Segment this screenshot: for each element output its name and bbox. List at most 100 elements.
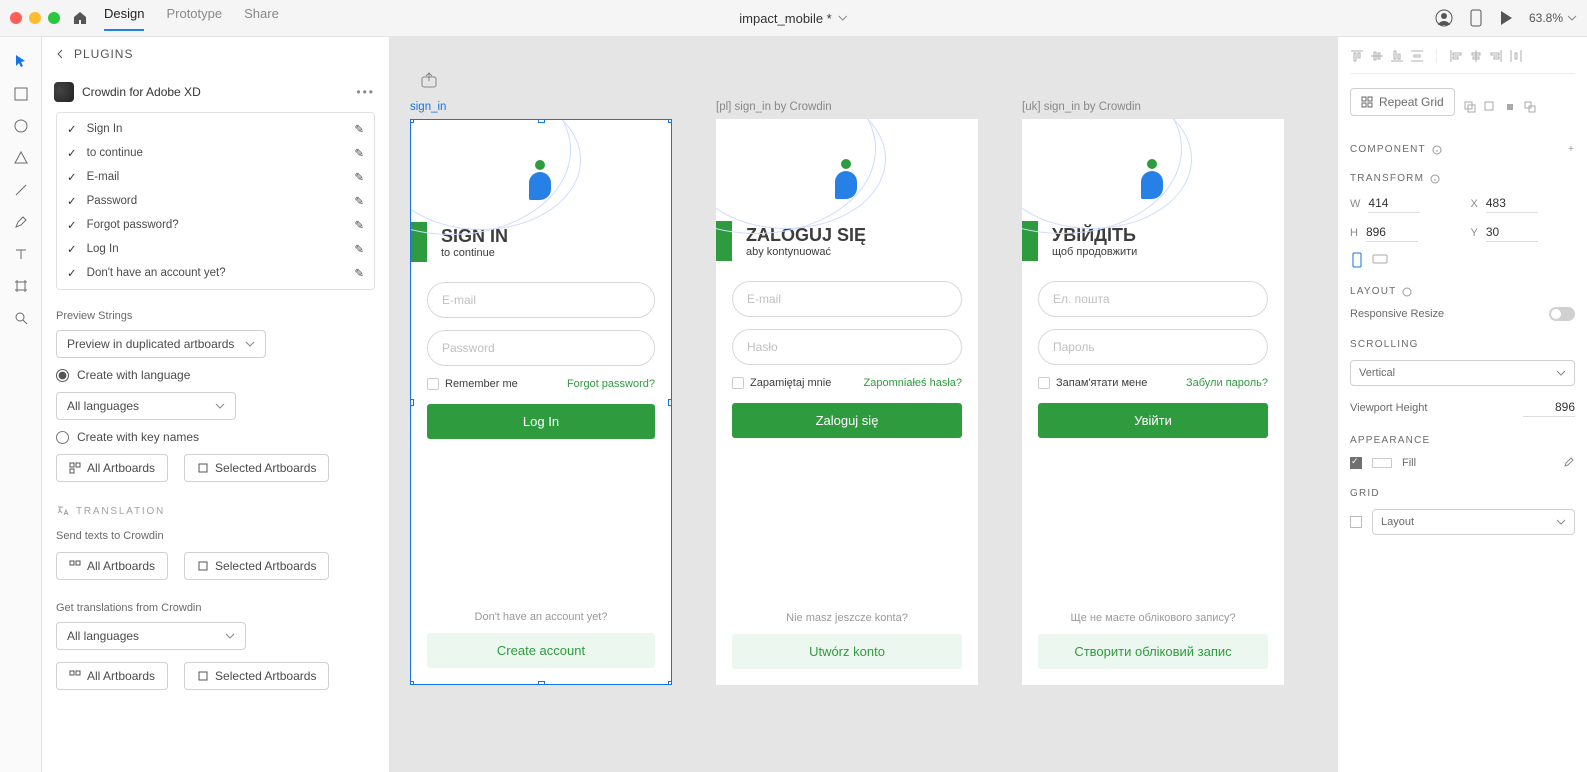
zoom-tool[interactable] [14,311,28,325]
align-top-icon[interactable] [1350,49,1364,63]
create-account-button[interactable]: Create account [427,633,655,668]
ellipse-tool[interactable] [14,119,28,133]
fill-checkbox[interactable] [1350,457,1362,469]
string-row[interactable]: ✓Password✎ [57,189,374,213]
artboard-content[interactable]: УВІЙДІТЬ щоб продовжити Ел. пошта Пароль… [1022,119,1284,685]
string-row[interactable]: ✓to continue✎ [57,141,374,165]
radio-key-names[interactable]: Create with key names [56,430,375,444]
repeat-grid-button[interactable]: Repeat Grid [1350,88,1455,116]
remember-checkbox[interactable] [732,377,744,389]
align-left-icon[interactable] [1449,49,1463,63]
create-account-button[interactable]: Utwórz konto [732,634,962,669]
zoom-level[interactable]: 63.8% [1529,11,1577,25]
edit-icon[interactable]: ✎ [354,122,364,136]
x-field[interactable] [1486,194,1538,213]
eyedropper-icon[interactable] [1561,456,1575,470]
email-field[interactable]: Ел. пошта [1038,281,1268,317]
align-right-icon[interactable] [1489,49,1503,63]
info-icon[interactable] [1402,287,1412,297]
grid-checkbox[interactable] [1350,516,1362,528]
edit-icon[interactable]: ✎ [354,194,364,208]
tab-design[interactable]: Design [104,6,144,31]
selected-artboards-button[interactable]: Selected Artboards [184,454,329,482]
login-button[interactable]: Увійти [1038,403,1268,438]
password-field[interactable]: Password [427,330,655,366]
close-icon[interactable] [10,12,22,24]
line-tool[interactable] [14,183,28,197]
password-field[interactable]: Hasło [732,329,962,365]
send-selected-artboards-button[interactable]: Selected Artboards [184,552,329,580]
artboard-label[interactable]: [pl] sign_in by Crowdin [716,101,978,113]
info-icon[interactable] [1432,145,1442,155]
resize-handle[interactable] [668,681,672,685]
export-icon[interactable] [420,71,438,89]
add-component-icon[interactable]: + [1568,144,1575,155]
string-row[interactable]: ✓Log In✎ [57,237,374,261]
artboard-label[interactable]: [uk] sign_in by Crowdin [1022,101,1284,113]
login-button[interactable]: Zaloguj się [732,403,962,438]
create-account-button[interactable]: Створити обліковий запис [1038,634,1268,669]
string-row[interactable]: ✓Forgot password?✎ [57,213,374,237]
document-title[interactable]: impact_mobile * [739,11,848,26]
canvas[interactable]: sign_in SIGN IN to continue E-mail Passw… [390,37,1337,772]
grid-type-select[interactable]: Layout [1372,509,1575,535]
remember-checkbox[interactable] [427,378,439,390]
fill-swatch[interactable] [1372,458,1392,468]
boolean-subtract-icon[interactable] [1483,100,1497,114]
string-row[interactable]: ✓Sign In✎ [57,117,374,141]
viewport-height-field[interactable] [1523,398,1575,417]
info-icon[interactable] [1430,174,1440,184]
artboard-label[interactable]: sign_in [410,101,672,113]
edit-icon[interactable]: ✎ [354,146,364,160]
radio-input[interactable] [56,369,69,382]
artboard-tool[interactable] [14,279,28,293]
distribute-v-icon[interactable] [1410,49,1424,63]
minimize-icon[interactable] [29,12,41,24]
tab-prototype[interactable]: Prototype [166,6,222,31]
text-tool[interactable] [14,247,28,261]
login-button[interactable]: Log In [427,404,655,439]
y-field[interactable] [1486,223,1538,242]
width-field[interactable] [1368,194,1420,213]
remember-checkbox[interactable] [1038,377,1050,389]
get-language-select[interactable]: All languages [56,622,246,650]
resize-handle[interactable] [410,119,414,123]
align-hcenter-icon[interactable] [1469,49,1483,63]
tab-share[interactable]: Share [244,6,279,31]
align-bottom-icon[interactable] [1390,49,1404,63]
radio-create-language[interactable]: Create with language [56,368,375,382]
mobile-preview-icon[interactable] [1469,9,1483,27]
resize-handle[interactable] [410,681,414,685]
all-artboards-button[interactable]: All Artboards [56,454,168,482]
rectangle-tool[interactable] [14,87,28,101]
resize-handle[interactable] [668,399,672,406]
radio-input[interactable] [56,431,69,444]
align-vcenter-icon[interactable] [1370,49,1384,63]
resize-handle[interactable] [668,119,672,123]
password-field[interactable]: Пароль [1038,329,1268,365]
language-select[interactable]: All languages [56,392,236,420]
home-icon[interactable] [72,10,88,26]
send-all-artboards-button[interactable]: All Artboards [56,552,168,580]
forgot-password-link[interactable]: Zapomniałeś hasła? [864,377,962,389]
preview-select[interactable]: Preview in duplicated artboards [56,330,266,358]
artboard-uk[interactable]: [uk] sign_in by Crowdin УВІЙДІТЬ щоб про… [1022,101,1284,685]
email-field[interactable]: E-mail [732,281,962,317]
boolean-exclude-icon[interactable] [1523,100,1537,114]
more-icon[interactable]: ••• [356,85,375,99]
get-selected-artboards-button[interactable]: Selected Artboards [184,662,329,690]
maximize-icon[interactable] [48,12,60,24]
boolean-intersect-icon[interactable] [1503,100,1517,114]
distribute-h-icon[interactable] [1509,49,1523,63]
artboard-content[interactable]: ZALOGUJ SIĘ aby kontynuować E-mail Hasło… [716,119,978,685]
boolean-add-icon[interactable] [1463,100,1477,114]
pen-tool[interactable] [14,215,28,229]
height-field[interactable] [1366,223,1418,242]
plugins-header[interactable]: PLUGINS [42,37,389,72]
responsive-resize-toggle[interactable] [1549,307,1575,321]
edit-icon[interactable]: ✎ [354,242,364,256]
user-icon[interactable] [1435,9,1453,27]
artboard-pl[interactable]: [pl] sign_in by Crowdin ZALOGUJ SIĘ aby … [716,101,978,685]
string-row[interactable]: ✓E-mail✎ [57,165,374,189]
resize-handle[interactable] [410,399,414,406]
